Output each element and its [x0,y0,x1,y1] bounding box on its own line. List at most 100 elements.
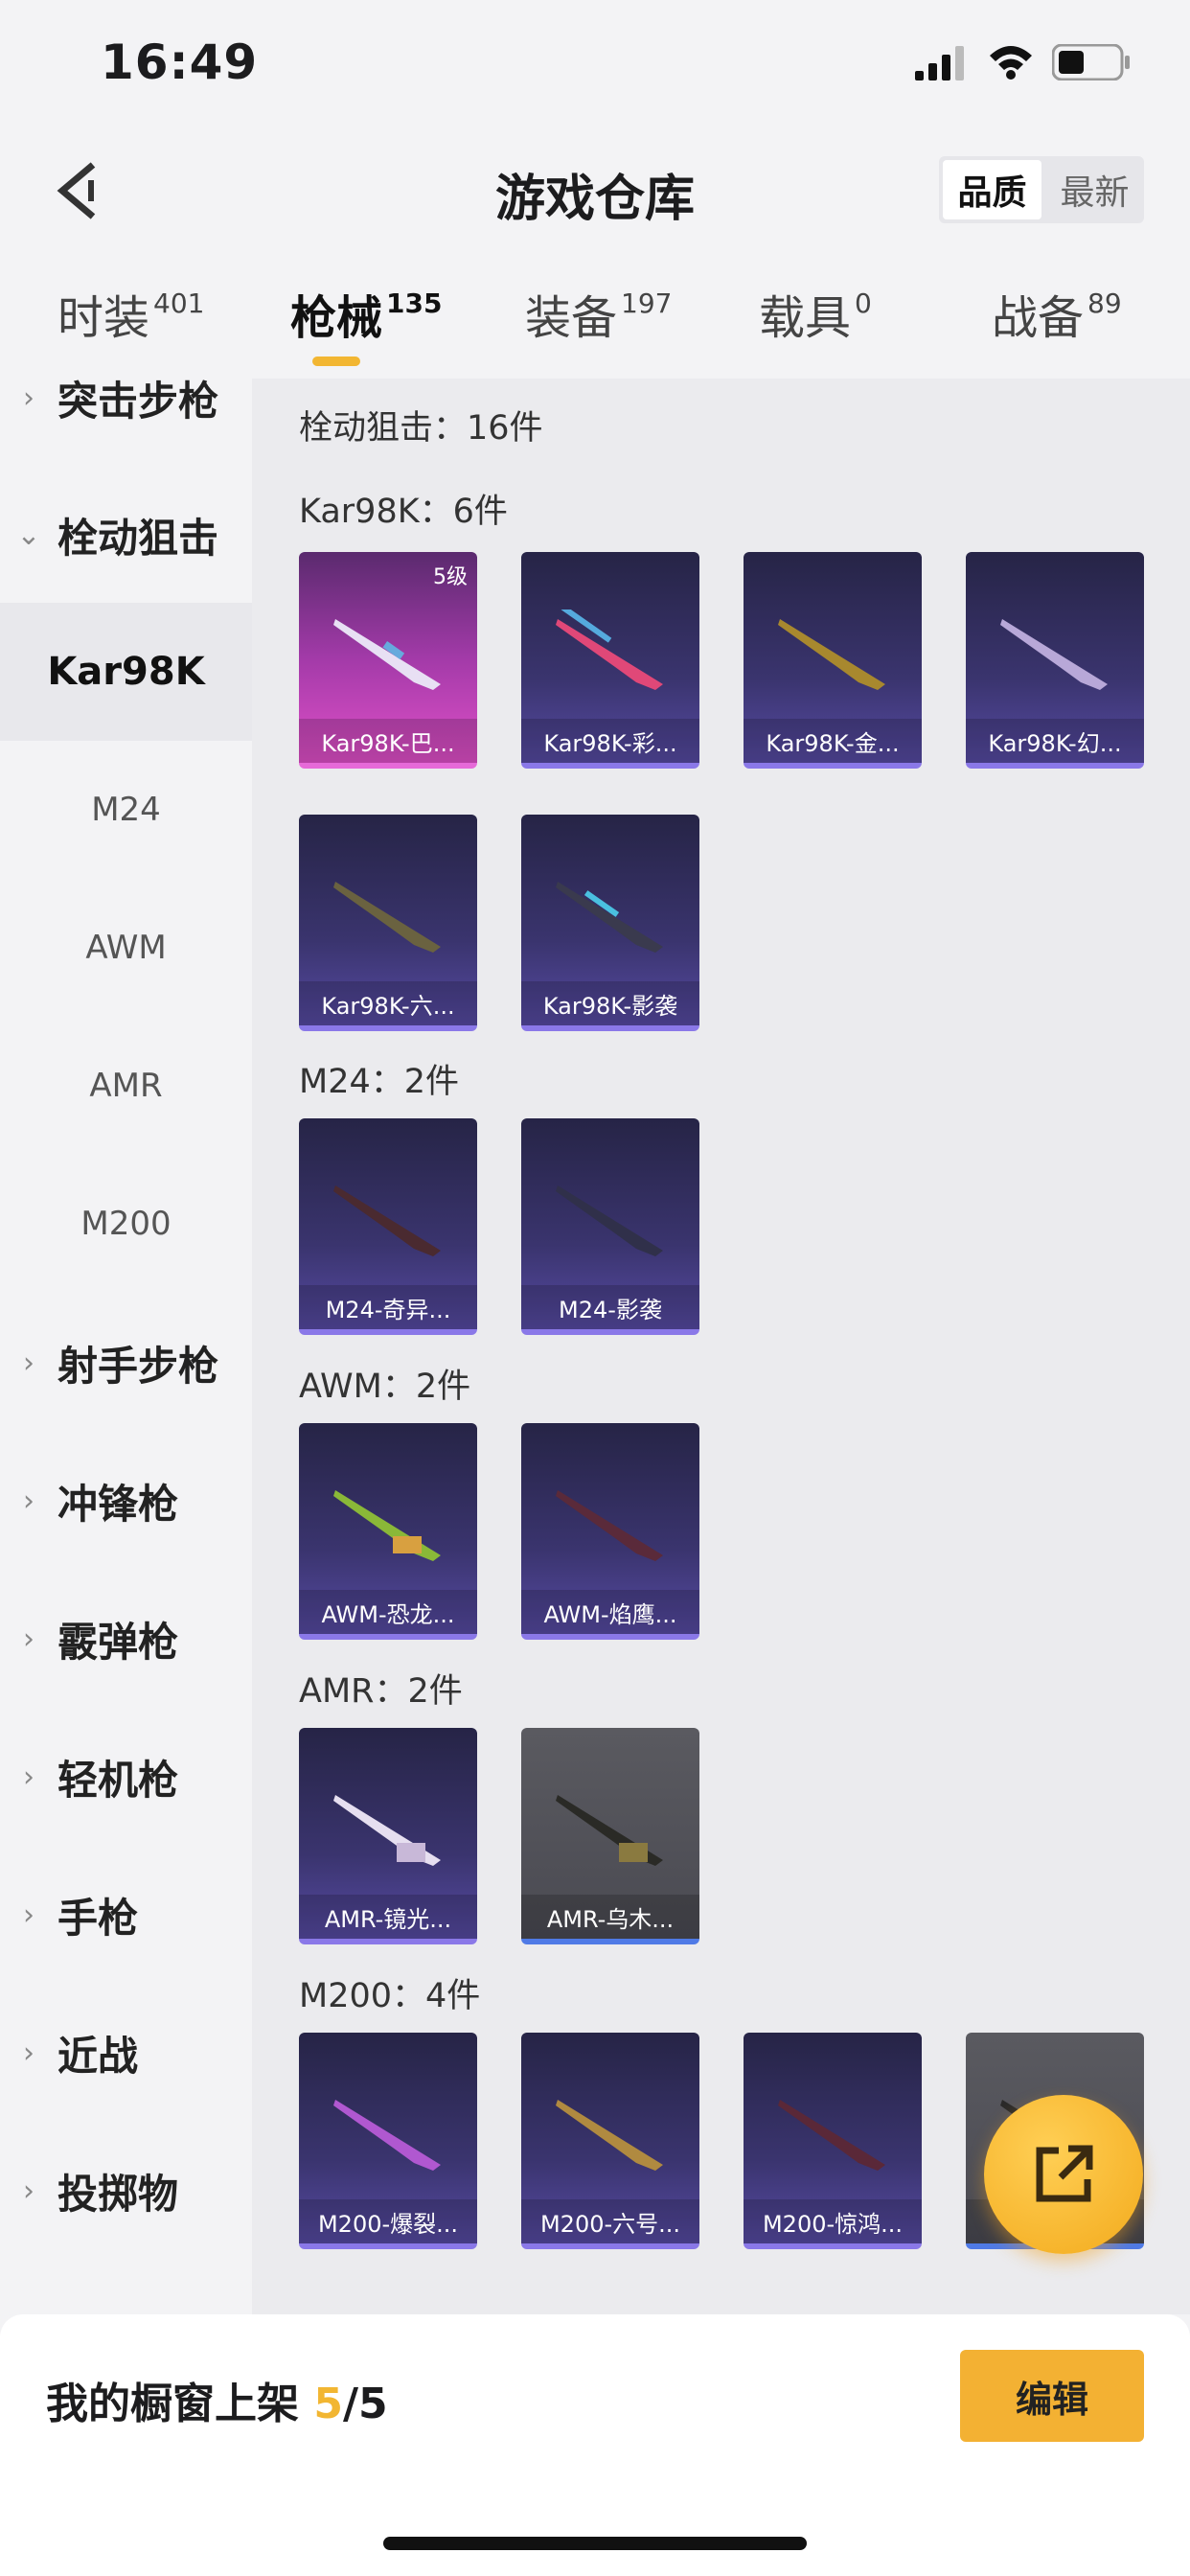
sidebar-category-label: 突击步枪 [57,377,219,425]
showcase-count: 5 [313,2380,343,2428]
chevron-right-icon: › [23,2036,34,2070]
weapon-card[interactable]: Kar98K-六... [299,815,477,1031]
tab-count: 197 [621,288,673,319]
rifle-image [556,1795,663,1866]
rifle-image [1000,619,1108,690]
sort-quality-button[interactable]: 品质 [943,160,1041,219]
weapon-card[interactable]: 5级 Kar98K-巴... [299,552,477,769]
chevron-right-icon: › [23,1760,34,1794]
sidebar-category-label: 手枪 [57,1894,139,1942]
wifi-icon [990,46,1032,80]
rifle-image [333,1185,441,1256]
sidebar-item-kar98k[interactable]: Kar98K [0,603,252,741]
weapon-card-label: Kar98K-彩... [521,719,699,763]
chevron-right-icon: › [23,1484,34,1518]
chevron-right-icon: › [23,1622,34,1656]
weapon-card[interactable]: Kar98K-彩... [521,552,699,769]
status-time: 16:49 [101,34,259,90]
tab-supplies[interactable]: 战备 89 [992,280,1122,347]
weapon-card-label: M24-奇异... [299,1285,477,1329]
weapon-card-label: AWM-焰鹰... [521,1590,699,1634]
rifle-image [333,1490,441,1561]
share-fab-button[interactable] [984,2095,1143,2254]
sidebar-category-label: 投掷物 [57,2170,179,2218]
sidebar-category-label: 射手步枪 [57,1342,219,1390]
sidebar-category-throwable[interactable]: › 投掷物 [0,2124,252,2258]
tab-count: 401 [153,288,205,319]
weapon-card-label: M24-影袭 [521,1285,699,1329]
weapon-card-label: M200-六号... [521,2199,699,2243]
chevron-down-icon: ⌄ [16,518,41,552]
weapon-card[interactable]: M24-影袭 [521,1118,699,1335]
sidebar-category-marksman-rifle[interactable]: › 射手步枪 [0,1296,252,1430]
subcategory-count-heading: 栓动狙击：16件 [299,409,543,448]
group-heading-m200: M200：4件 [299,1977,481,2015]
rifle-image [333,1795,441,1866]
weapon-card-label: Kar98K-巴... [299,719,477,763]
weapon-card-label: Kar98K-影袭 [521,981,699,1025]
sidebar-category-pistol[interactable]: › 手枪 [0,1848,252,1982]
tab-label: 战备 [992,291,1085,345]
rifle-image [333,882,441,953]
sidebar-category-label: 近战 [57,2032,139,2080]
weapon-card-label: Kar98K-金... [744,719,922,763]
sidebar-item-amr[interactable]: AMR [0,1017,252,1155]
sidebar-category-bolt-sniper[interactable]: ⌄ 栓动狙击 [0,468,252,602]
rifle-image [556,882,663,953]
showcase-label: 我的橱窗上架 [46,2380,299,2428]
weapon-card[interactable]: AMR-镜光... [299,1728,477,1944]
weapon-card[interactable]: M24-奇异... [299,1118,477,1335]
edit-button[interactable]: 编辑 [960,2350,1144,2442]
sidebar-item-m200[interactable]: M200 [0,1155,252,1293]
rifle-image [333,619,441,690]
weapon-card-label: M200-惊鸿... [744,2199,922,2243]
rifle-image [333,2100,441,2171]
group-heading-kar98k: Kar98K：6件 [299,493,508,531]
weapon-card-label: Kar98K-六... [299,981,477,1025]
weapon-card-label: AWM-恐龙... [299,1590,477,1634]
weapon-card[interactable]: Kar98K-金... [744,552,922,769]
sidebar-category-assault-rifle[interactable]: › 突击步枪 [0,331,252,465]
weapon-card[interactable]: Kar98K-幻... [966,552,1144,769]
tab-label: 装备 [525,291,618,345]
sidebar-category-shotgun[interactable]: › 霰弹枪 [0,1572,252,1706]
share-external-icon [1036,2145,1093,2202]
sidebar-item-awm[interactable]: AWM [0,879,252,1017]
weapon-card[interactable]: Kar98K-影袭 [521,815,699,1031]
group-heading-awm: AWM：2件 [299,1368,471,1406]
rifle-image [556,2100,663,2171]
sidebar-category-melee[interactable]: › 近战 [0,1986,252,2120]
tab-count: 0 [855,288,872,319]
weapon-card[interactable]: M200-六号... [521,2033,699,2249]
weapon-card[interactable]: AWM-恐龙... [299,1423,477,1640]
weapon-card-label: AMR-镜光... [299,1895,477,1939]
weapon-card-label: AMR-乌木... [521,1895,699,1939]
weapon-card-label: M200-爆裂... [299,2199,477,2243]
rifle-image [778,619,885,690]
weapon-card[interactable]: AMR-乌木... [521,1728,699,1944]
rifle-image [556,610,663,690]
sidebar-item-m24[interactable]: M24 [0,741,252,879]
weapon-card[interactable]: AWM-焰鹰... [521,1423,699,1640]
sidebar-category-label: 轻机枪 [57,1756,179,1804]
weapon-card[interactable]: M200-爆裂... [299,2033,477,2249]
rifle-image [556,1490,663,1561]
home-indicator [383,2537,807,2550]
sidebar-category-lmg[interactable]: › 轻机枪 [0,1710,252,1844]
tab-weapons[interactable]: 枪械 135 [290,280,442,347]
chevron-right-icon: › [23,1898,34,1932]
sidebar-category-label: 冲锋枪 [57,1480,179,1528]
sort-toggle: 品质 最新 [939,156,1144,223]
showcase-total: /5 [342,2380,388,2428]
tab-equipment[interactable]: 装备 197 [525,280,672,347]
rifle-image [556,1185,663,1256]
sidebar-category-label: 栓动狙击 [57,514,219,562]
tab-vehicles[interactable]: 载具 0 [759,280,872,347]
sidebar-category-smg[interactable]: › 冲锋枪 [0,1434,252,1568]
tab-label: 枪械 [290,291,383,345]
group-heading-amr: AMR：2件 [299,1672,463,1711]
group-heading-m24: M24：2件 [299,1063,460,1101]
sort-newest-button[interactable]: 最新 [1045,156,1144,223]
weapon-card[interactable]: M200-惊鸿... [744,2033,922,2249]
battery-icon [1052,44,1130,80]
